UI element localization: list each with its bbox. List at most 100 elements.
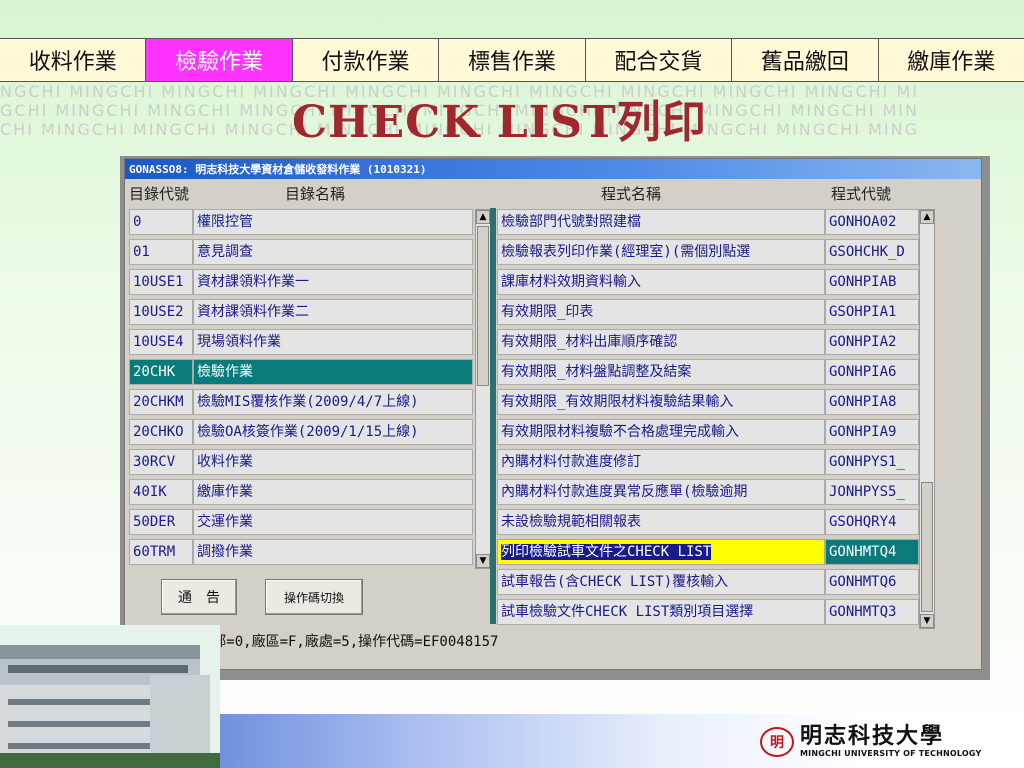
program-code-cell[interactable]: GONHPYS1_ (825, 449, 919, 475)
window-titlebar: GONASSO8: 明志科技大學資材倉儲收發料作業 (1010321) (125, 159, 981, 179)
program-row[interactable]: 未設檢驗規範相關報表 GSOHQRY4 (497, 509, 919, 535)
program-row[interactable]: 有效期限_材料出庫順序確認 GONHPIA2 (497, 329, 919, 355)
switch-code-button[interactable]: 操作碼切換 (265, 579, 363, 615)
program-code-cell[interactable]: GONHPIA9 (825, 419, 919, 445)
catalog-code-cell[interactable]: 0 (129, 209, 193, 235)
tab-delivery[interactable]: 配合交貨 (585, 39, 733, 81)
program-name-cell[interactable]: 試車檢驗文件CHECK LIST類別項目選擇 (497, 599, 825, 625)
catalog-scrollbar[interactable]: ▲ ▼ (475, 209, 491, 569)
catalog-row[interactable]: 0 權限控管 (129, 209, 473, 235)
catalog-row[interactable]: 20CHK 檢驗作業 (129, 359, 473, 385)
catalog-name-cell[interactable]: 資材課領料作業二 (193, 299, 473, 325)
university-name: 明志科技大學 (800, 724, 945, 749)
tab-inspection[interactable]: 檢驗作業 (146, 39, 293, 81)
catalog-name-cell[interactable]: 收料作業 (193, 449, 473, 475)
program-code-cell[interactable]: GONHMTQ3 (825, 599, 919, 625)
program-code-cell[interactable]: GONHMTQ6 (825, 569, 919, 595)
program-code-cell[interactable]: GSOHCHK_D (825, 239, 919, 265)
scroll-down-icon[interactable]: ▼ (920, 614, 934, 628)
catalog-code-cell[interactable]: 10USE1 (129, 269, 193, 295)
program-code-cell[interactable]: GONHOA02 (825, 209, 919, 235)
program-name-cell[interactable]: 課庫材料效期資料輸入 (497, 269, 825, 295)
program-code-cell[interactable]: GONHPIAB (825, 269, 919, 295)
catalog-code-cell[interactable]: 20CHKM (129, 389, 193, 415)
program-row[interactable]: 試車檢驗文件CHECK LIST類別項目選擇 GONHMTQ3 (497, 599, 919, 625)
catalog-row[interactable]: 20CHKM 檢驗MIS覆核作業(2009/4/7上線) (129, 389, 473, 415)
program-code-cell[interactable]: GONHMTQ4 (825, 539, 919, 565)
program-row[interactable]: 內購材料付款進度修訂 GONHPYS1_ (497, 449, 919, 475)
catalog-name-cell[interactable]: 檢驗作業 (193, 359, 473, 385)
catalog-code-cell[interactable]: 20CHK (129, 359, 193, 385)
scroll-thumb[interactable] (921, 482, 933, 612)
program-code-header: 程式代號 (831, 185, 892, 203)
program-scrollbar[interactable]: ▲ ▼ (919, 209, 935, 629)
program-name-cell[interactable]: 有效期限材料複驗不合格處理完成輸入 (497, 419, 825, 445)
scroll-up-icon[interactable]: ▲ (920, 210, 934, 224)
catalog-code-header: 目錄代號 (129, 185, 190, 203)
program-name-cell[interactable]: 試車報告(含CHECK LIST)覆核輸入 (497, 569, 825, 595)
program-name-cell[interactable]: 檢驗報表列印作業(經理室)(需個別點選 (497, 239, 825, 265)
program-row[interactable]: 列印檢驗試車文件之CHECK LIST GONHMTQ4 (497, 539, 919, 565)
catalog-name-cell[interactable]: 檢驗OA核簽作業(2009/1/15上線) (193, 419, 473, 445)
tab-payment[interactable]: 付款作業 (292, 39, 440, 81)
program-name-cell[interactable]: 有效期限_有效期限材料複驗結果輸入 (497, 389, 825, 415)
catalog-name-cell[interactable]: 現場領料作業 (193, 329, 473, 355)
catalog-code-cell[interactable]: 10USE2 (129, 299, 193, 325)
catalog-row[interactable]: 20CHKO 檢驗OA核簽作業(2009/1/15上線) (129, 419, 473, 445)
catalog-row[interactable]: 60TRM 調撥作業 (129, 539, 473, 565)
program-row[interactable]: 內購材料付款進度異常反應單(檢驗逾期 JONHPYS5_ (497, 479, 919, 505)
catalog-code-cell[interactable]: 20CHKO (129, 419, 193, 445)
program-row[interactable]: 檢驗部門代號對照建檔 GONHOA02 (497, 209, 919, 235)
program-name-cell[interactable]: 未設檢驗規範相關報表 (497, 509, 825, 535)
tab-sales[interactable]: 標售作業 (439, 39, 586, 81)
program-code-cell[interactable]: GSOHPIA1 (825, 299, 919, 325)
program-code-cell[interactable]: GSOHQRY4 (825, 509, 919, 535)
catalog-name-cell[interactable]: 意見調查 (193, 239, 473, 265)
tab-return[interactable]: 舊品繳回 (732, 39, 879, 81)
scroll-up-icon[interactable]: ▲ (476, 210, 490, 224)
catalog-code-cell[interactable]: 60TRM (129, 539, 193, 565)
program-name-cell[interactable]: 列印檢驗試車文件之CHECK LIST (497, 539, 825, 565)
program-name-cell[interactable]: 內購材料付款進度修訂 (497, 449, 825, 475)
program-row[interactable]: 有效期限_有效期限材料複驗結果輸入 GONHPIA8 (497, 389, 919, 415)
catalog-name-cell[interactable]: 檢驗MIS覆核作業(2009/4/7上線) (193, 389, 473, 415)
catalog-code-cell[interactable]: 10USE4 (129, 329, 193, 355)
program-name-cell[interactable]: 檢驗部門代號對照建檔 (497, 209, 825, 235)
notice-button[interactable]: 通 告 (161, 579, 237, 615)
catalog-code-cell[interactable]: 01 (129, 239, 193, 265)
program-code-cell[interactable]: GONHPIA8 (825, 389, 919, 415)
program-row[interactable]: 課庫材料效期資料輸入 GONHPIAB (497, 269, 919, 295)
catalog-row[interactable]: 01 意見調查 (129, 239, 473, 265)
program-code-cell[interactable]: JONHPYS5_ (825, 479, 919, 505)
program-code-cell[interactable]: GONHPIA2 (825, 329, 919, 355)
catalog-row[interactable]: 30RCV 收料作業 (129, 449, 473, 475)
program-row[interactable]: 試車報告(含CHECK LIST)覆核輸入 GONHMTQ6 (497, 569, 919, 595)
scroll-thumb[interactable] (477, 226, 489, 386)
catalog-row[interactable]: 10USE1 資材課領料作業一 (129, 269, 473, 295)
catalog-row[interactable]: 40IK 繳庫作業 (129, 479, 473, 505)
program-code-cell[interactable]: GONHPIA6 (825, 359, 919, 385)
catalog-name-cell[interactable]: 資材課領料作業一 (193, 269, 473, 295)
catalog-code-cell[interactable]: 40IK (129, 479, 193, 505)
catalog-code-cell[interactable]: 30RCV (129, 449, 193, 475)
pane-divider[interactable] (490, 208, 496, 624)
catalog-code-cell[interactable]: 50DER (129, 509, 193, 535)
tab-warehouse[interactable]: 繳庫作業 (878, 39, 1024, 81)
catalog-row[interactable]: 10USE4 現場領料作業 (129, 329, 473, 355)
program-name-cell[interactable]: 有效期限_材料盤點調整及結案 (497, 359, 825, 385)
program-name-cell[interactable]: 有效期限_印表 (497, 299, 825, 325)
catalog-name-cell[interactable]: 權限控管 (193, 209, 473, 235)
program-row[interactable]: 有效期限_材料盤點調整及結案 GONHPIA6 (497, 359, 919, 385)
catalog-row[interactable]: 10USE2 資材課領料作業二 (129, 299, 473, 325)
scroll-down-icon[interactable]: ▼ (476, 554, 490, 568)
catalog-name-cell[interactable]: 調撥作業 (193, 539, 473, 565)
program-name-cell[interactable]: 有效期限_材料出庫順序確認 (497, 329, 825, 355)
program-name-cell[interactable]: 內購材料付款進度異常反應單(檢驗逾期 (497, 479, 825, 505)
program-row[interactable]: 有效期限_印表 GSOHPIA1 (497, 299, 919, 325)
catalog-name-cell[interactable]: 交運作業 (193, 509, 473, 535)
catalog-name-cell[interactable]: 繳庫作業 (193, 479, 473, 505)
tab-receiving[interactable]: 收料作業 (0, 39, 147, 81)
catalog-row[interactable]: 50DER 交運作業 (129, 509, 473, 535)
program-row[interactable]: 檢驗報表列印作業(經理室)(需個別點選 GSOHCHK_D (497, 239, 919, 265)
program-row[interactable]: 有效期限材料複驗不合格處理完成輸入 GONHPIA9 (497, 419, 919, 445)
